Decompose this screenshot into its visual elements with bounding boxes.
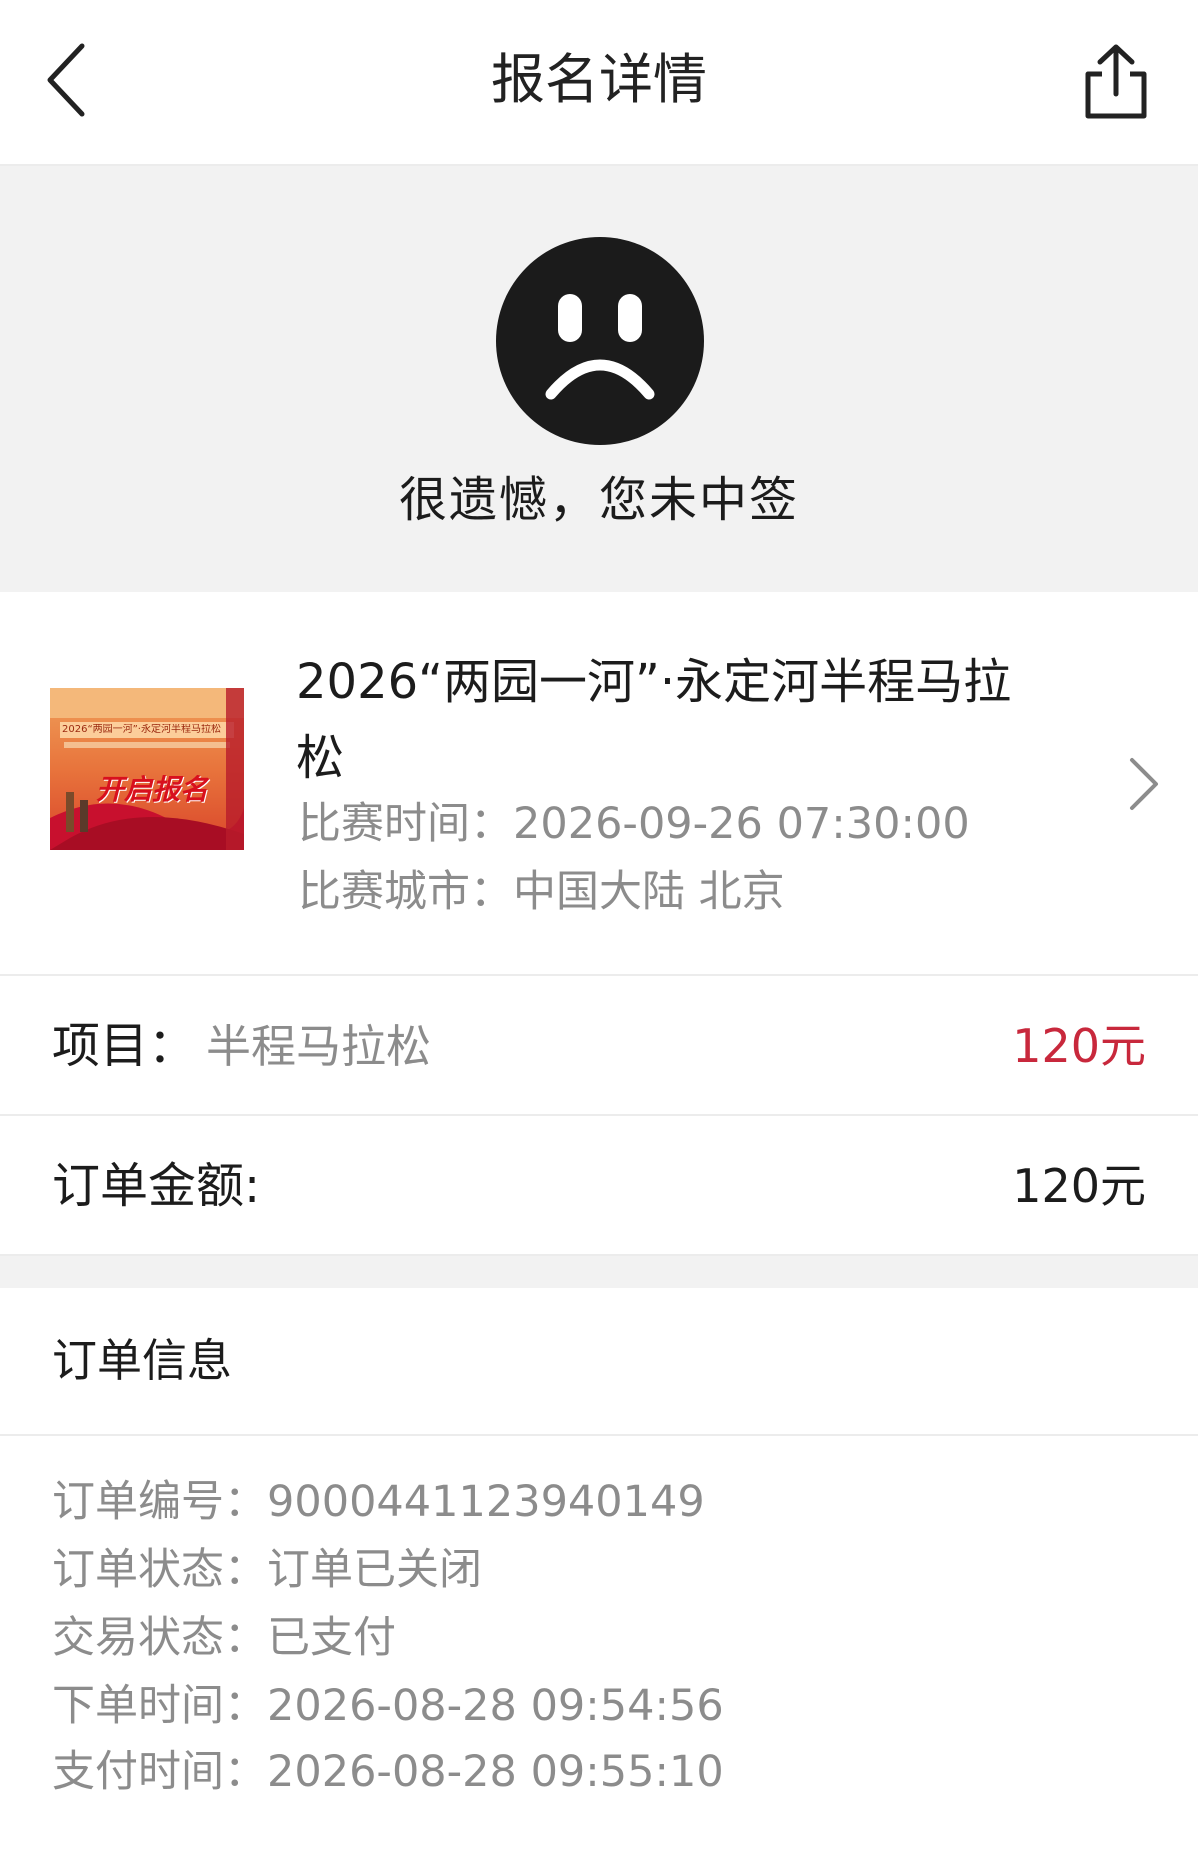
sad-face-icon bbox=[496, 237, 704, 445]
item-price: 120元 bbox=[1012, 1019, 1146, 1073]
event-card[interactable]: 开启报名 2026“两园一河”·永定河半程马拉松 2026“两园一河”·永定河半… bbox=[0, 592, 1198, 976]
detail-label: 订单编号： bbox=[52, 1477, 267, 1527]
result-message: 很遗憾，您未中签 bbox=[398, 472, 799, 528]
payment-status-line: 交易状态：已支付 bbox=[52, 1608, 396, 1668]
payment-time-value: 2026-08-28 09:55:10 bbox=[267, 1747, 724, 1797]
payment-time-line: 支付时间：2026-08-28 09:55:10 bbox=[52, 1742, 724, 1802]
detail-label: 交易状态： bbox=[52, 1613, 267, 1663]
event-city: 比赛城市：中国大陆 北京 bbox=[298, 862, 785, 922]
back-button[interactable] bbox=[40, 40, 100, 120]
event-city-label: 比赛城市： bbox=[298, 867, 513, 917]
order-info-header: 订单信息 bbox=[0, 1288, 1198, 1436]
order-status-line: 订单状态：订单已关闭 bbox=[52, 1540, 482, 1600]
chevron-left-icon bbox=[47, 43, 85, 117]
poster-headline: 开启报名 bbox=[96, 773, 209, 806]
order-time-value: 2026-08-28 09:54:56 bbox=[267, 1681, 724, 1731]
payment-status-value: 已支付 bbox=[267, 1613, 396, 1663]
detail-label: 下单时间： bbox=[52, 1681, 267, 1731]
event-poster-image: 开启报名 2026“两园一河”·永定河半程马拉松 bbox=[50, 688, 244, 850]
order-number-value: 9000441123940149 bbox=[267, 1477, 705, 1527]
share-button[interactable] bbox=[1080, 42, 1152, 122]
event-time: 比赛时间：2026-09-26 07:30:00 bbox=[298, 794, 970, 854]
item-label: 项目： bbox=[52, 1018, 197, 1074]
event-city-value: 中国大陆 北京 bbox=[513, 867, 785, 917]
detail-label: 支付时间： bbox=[52, 1747, 267, 1797]
item-value: 半程马拉松 bbox=[206, 1020, 432, 1073]
chevron-right-icon bbox=[1130, 758, 1158, 810]
page-title: 报名详情 bbox=[491, 48, 707, 111]
order-status-value: 订单已关闭 bbox=[267, 1545, 482, 1595]
order-info-title: 订单信息 bbox=[52, 1334, 233, 1387]
order-amount-label: 订单金额: bbox=[52, 1158, 261, 1214]
lottery-result-banner: 很遗憾，您未中签 bbox=[0, 166, 1198, 592]
poster-subtitle: 2026“两园一河”·永定河半程马拉松 bbox=[62, 724, 221, 735]
share-icon bbox=[1085, 44, 1147, 119]
event-time-value: 2026-09-26 07:30:00 bbox=[513, 799, 970, 849]
order-details: 订单编号：9000441123940149 订单状态：订单已关闭 交易状态：已支… bbox=[0, 1436, 1198, 1854]
event-title: 2026“两园一河”·永定河半程马拉松 bbox=[296, 654, 1012, 786]
event-time-label: 比赛时间： bbox=[298, 799, 513, 849]
item-row: 项目： 半程马拉松 120元 bbox=[0, 976, 1198, 1116]
order-number-line: 订单编号：9000441123940149 bbox=[52, 1472, 705, 1532]
section-divider bbox=[0, 1256, 1198, 1288]
detail-label: 订单状态： bbox=[52, 1545, 267, 1595]
order-amount-value: 120元 bbox=[1012, 1159, 1146, 1213]
header-bar: 报名详情 bbox=[0, 0, 1198, 166]
order-time-line: 下单时间：2026-08-28 09:54:56 bbox=[52, 1676, 724, 1736]
order-amount-row: 订单金额: 120元 bbox=[0, 1116, 1198, 1256]
